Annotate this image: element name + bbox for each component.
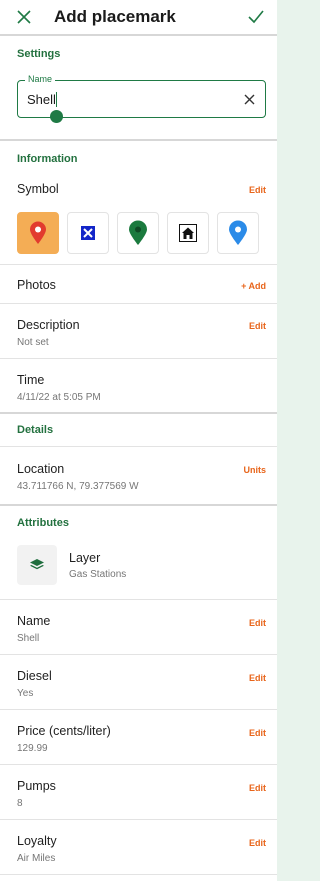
check-icon: [248, 10, 264, 24]
add-placemark-screen: Add placemark Settings Name Shell Inform…: [0, 0, 277, 881]
symbol-picker: [0, 212, 277, 254]
divider: [0, 874, 277, 875]
name-field-value[interactable]: Shell: [27, 92, 56, 107]
scroll-rail: [312, 0, 320, 881]
section-heading-information: Information: [17, 153, 78, 165]
attribute-edit-button[interactable]: Edit: [249, 618, 266, 628]
blue-x-icon: [81, 226, 95, 240]
app-header: Add placemark: [0, 0, 277, 36]
photos-row[interactable]: Photos + Add: [0, 265, 277, 303]
symbol-row: Symbol Edit: [0, 182, 277, 204]
name-field[interactable]: Name Shell: [17, 74, 266, 123]
layers-icon: [30, 559, 44, 570]
symbol-option-blue-x[interactable]: [67, 212, 109, 254]
attribute-row-loyalty[interactable]: Loyalty Air Miles Edit: [0, 820, 277, 874]
description-row[interactable]: Description Not set Edit: [0, 304, 277, 358]
attribute-value: Yes: [17, 688, 34, 699]
attribute-label: Price (cents/liter): [17, 724, 111, 738]
time-row[interactable]: Time 4/11/22 at 5:05 PM: [0, 359, 277, 412]
attribute-value: 8: [17, 798, 23, 809]
attribute-edit-button[interactable]: Edit: [249, 728, 266, 738]
photos-label: Photos: [17, 278, 56, 292]
symbol-option-red-pin[interactable]: [17, 212, 59, 254]
description-label: Description: [17, 318, 80, 332]
location-row[interactable]: Location 43.711766 N, 79.377569 W Units: [0, 447, 277, 504]
symbol-option-green-pin[interactable]: [117, 212, 159, 254]
attribute-row-pumps[interactable]: Pumps 8 Edit: [0, 765, 277, 819]
name-field-label: Name: [25, 74, 56, 84]
location-label: Location: [17, 462, 65, 476]
save-button[interactable]: [245, 6, 267, 28]
symbol-option-blue-pin[interactable]: [217, 212, 259, 254]
attribute-value: Shell: [17, 633, 40, 644]
layer-value: Gas Stations: [69, 568, 127, 580]
text-selection-handle[interactable]: [50, 110, 63, 123]
attribute-row-diesel[interactable]: Diesel Yes Edit: [0, 655, 277, 709]
attribute-row-name[interactable]: Name Shell Edit: [0, 600, 277, 654]
location-units-button[interactable]: Units: [244, 465, 267, 475]
symbol-edit-button[interactable]: Edit: [249, 185, 266, 195]
section-heading-settings: Settings: [17, 48, 61, 60]
section-heading-details: Details: [17, 424, 54, 436]
green-pin-icon: [129, 220, 147, 245]
attribute-label: Loyalty: [17, 834, 57, 848]
clear-icon: [244, 94, 254, 104]
attribute-value: 129.99: [17, 743, 48, 754]
time-label: Time: [17, 373, 45, 387]
symbol-option-house[interactable]: [167, 212, 209, 254]
clear-field-button[interactable]: [241, 91, 257, 107]
blue-pin-icon: [229, 220, 247, 245]
add-photo-button[interactable]: + Add: [241, 281, 266, 291]
layer-row[interactable]: Layer Gas Stations: [0, 543, 277, 587]
location-value: 43.711766 N, 79.377569 W: [17, 481, 139, 492]
symbol-label: Symbol: [17, 182, 59, 196]
close-icon: [17, 10, 31, 24]
house-icon: [179, 224, 197, 242]
layer-label: Layer: [69, 550, 101, 565]
attribute-label: Name: [17, 614, 51, 628]
layer-icon-box: [17, 545, 57, 585]
attribute-edit-button[interactable]: Edit: [249, 783, 266, 793]
description-edit-button[interactable]: Edit: [249, 321, 266, 331]
section-heading-attributes: Attributes: [17, 517, 69, 529]
attribute-row-price[interactable]: Price (cents/liter) 129.99 Edit: [0, 710, 277, 764]
text-caret: [56, 92, 57, 107]
attribute-edit-button[interactable]: Edit: [249, 673, 266, 683]
red-pin-icon: [30, 221, 46, 244]
page-title: Add placemark: [54, 7, 176, 26]
description-value: Not set: [17, 337, 49, 348]
attribute-label: Diesel: [17, 669, 52, 683]
close-button[interactable]: [12, 5, 36, 29]
time-value: 4/11/22 at 5:05 PM: [17, 392, 101, 403]
attribute-value: Air Miles: [17, 853, 56, 864]
attribute-label: Pumps: [17, 779, 56, 793]
attribute-edit-button[interactable]: Edit: [249, 838, 266, 848]
